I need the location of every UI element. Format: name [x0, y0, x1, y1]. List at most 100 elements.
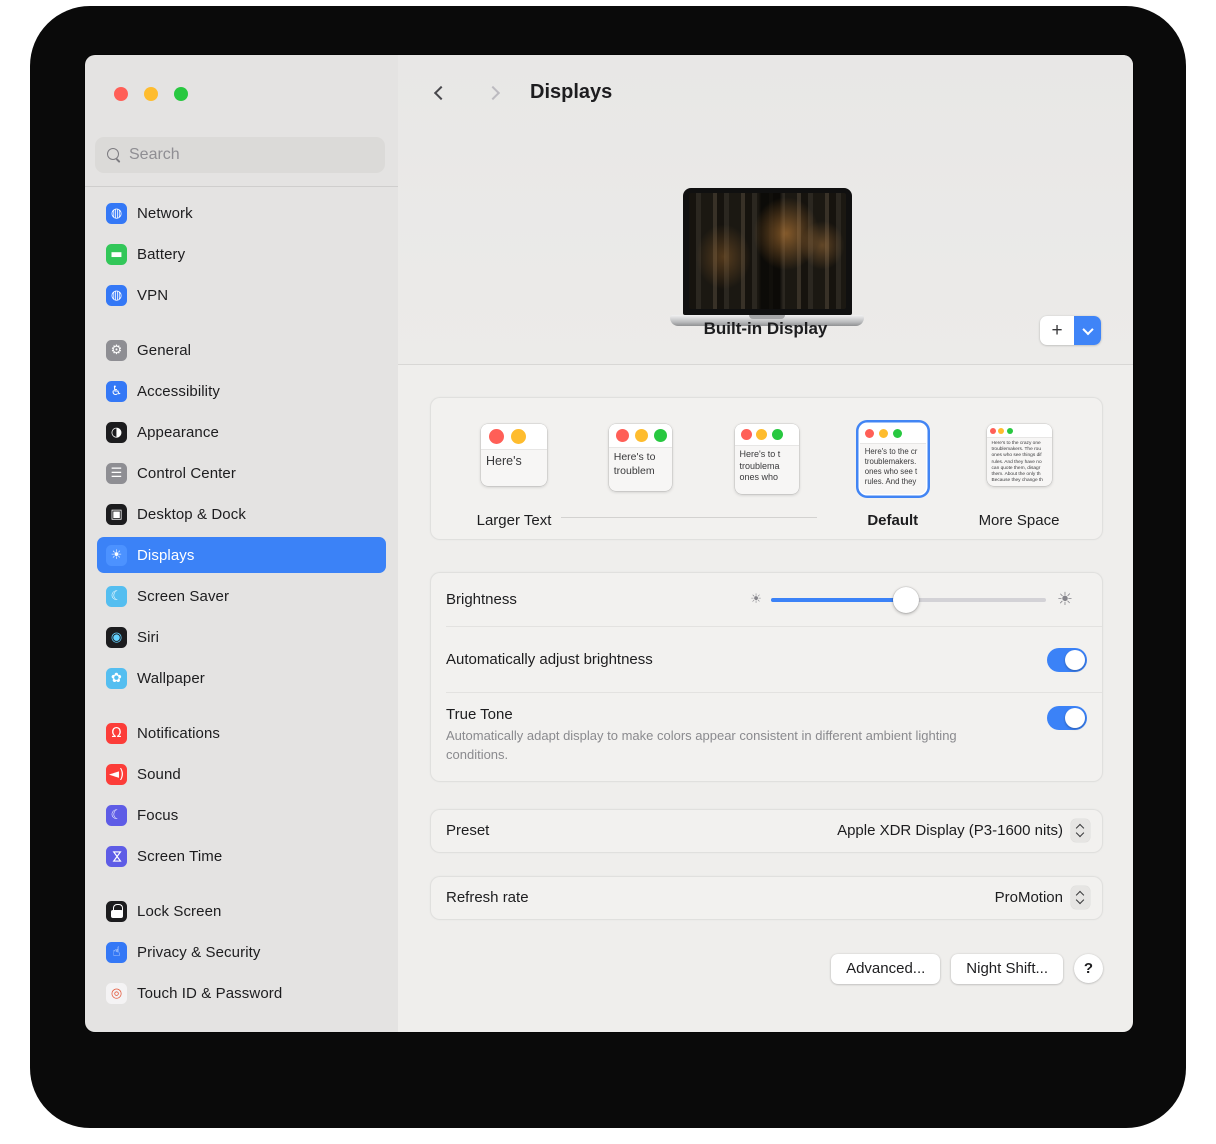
mini-text: Here's to ttroublemaones who [735, 446, 799, 494]
sidebar-item-label: Control Center [137, 465, 236, 482]
sidebar-item-label: Notifications [137, 725, 220, 742]
search-icon [107, 148, 121, 162]
auto-brightness-toggle[interactable] [1047, 648, 1087, 672]
sidebar-item-screen-time[interactable]: ⋈ Screen Time [97, 838, 386, 874]
minimize-button[interactable] [144, 87, 158, 101]
sidebar-item-label: Siri [137, 629, 159, 646]
hourglass-icon: ⋈ [106, 846, 127, 867]
mini-titlebar [987, 424, 1052, 438]
sidebar-item-network[interactable]: ◍Network [97, 195, 386, 231]
mini-text: Here's totroublem [609, 448, 672, 491]
stepper-icon [1071, 886, 1090, 909]
sidebar-item-label: Screen Time [137, 848, 222, 865]
slider-fill [771, 598, 906, 602]
sidebar-item-screen-saver[interactable]: ☾Screen Saver [97, 578, 386, 614]
sidebar-item-general[interactable]: ⚙General [97, 332, 386, 368]
scaling-thumbnail: Here's [481, 424, 547, 486]
scaling-thumbnail: Here's to the crazy onetroublemakers. Th… [987, 424, 1052, 486]
mini-traffic-dot [635, 429, 648, 442]
night-shift-button[interactable]: Night Shift... [951, 954, 1063, 984]
help-button[interactable]: ? [1074, 954, 1103, 983]
chevron-left-icon [434, 86, 448, 100]
forward-button[interactable] [484, 85, 502, 103]
desktop-background: ◍Network ▬Battery ◍VPN ⚙General ♿Accessibili… [0, 0, 1216, 1144]
stepper-icon [1071, 819, 1090, 842]
page-title: Displays [530, 81, 612, 104]
sidebar-item-focus[interactable]: ☾Focus [97, 797, 386, 833]
scaling-option-label: More Space [979, 512, 1060, 529]
scaling-option-2[interactable]: Here's totroublem [595, 424, 685, 529]
sidebar-item-desktop-dock[interactable]: ▣Desktop & Dock [97, 496, 386, 532]
gear-icon: ⚙ [106, 340, 127, 361]
search-input[interactable] [129, 146, 359, 164]
sidebar-groups: ◍Network ▬Battery ◍VPN ⚙General ♿Accessibili… [97, 195, 386, 1030]
accessibility-icon: ♿ [106, 381, 127, 402]
scaling-option-more-space[interactable]: Here's to the crazy onetroublemakers. Th… [974, 424, 1064, 529]
brightness-slider-cluster: ☀ ☀ [750, 587, 1073, 613]
battery-icon: ▬ [106, 244, 127, 265]
preset-popup[interactable]: Apple XDR Display (P3-1600 nits) [837, 819, 1090, 842]
mini-text: Here's [481, 450, 547, 486]
preset-row: Preset Apple XDR Display (P3-1600 nits) [430, 809, 1103, 853]
refresh-rate-value: ProMotion [995, 889, 1063, 906]
auto-brightness-row: Automatically adjust brightness [431, 627, 1102, 692]
add-display-button[interactable]: + [1040, 316, 1074, 345]
sidebar-item-control-center[interactable]: ☰Control Center [97, 455, 386, 491]
mini-titlebar [481, 424, 547, 450]
sidebar-item-wallpaper[interactable]: ✿Wallpaper [97, 660, 386, 696]
refresh-rate-label: Refresh rate [446, 889, 529, 906]
brightness-label: Brightness [446, 591, 517, 608]
sidebar-item-displays[interactable]: ☀Displays [97, 537, 386, 573]
sidebar-item-sound[interactable]: ◄)Sound [97, 756, 386, 792]
scaling-option-larger-text[interactable]: Here's Larger Text [469, 424, 559, 529]
sidebar-item-appearance[interactable]: ◑Appearance [97, 414, 386, 450]
mini-traffic-dot [741, 429, 752, 440]
sidebar-item-privacy-security[interactable]: ☝Privacy & Security [97, 934, 386, 970]
display-settings-card: Brightness ☀ ☀ Autom [430, 572, 1103, 782]
brightness-low-icon: ☀ [750, 593, 762, 606]
sidebar-divider [85, 186, 398, 187]
sidebar-item-label: Privacy & Security [137, 944, 261, 961]
mini-traffic-dot [511, 429, 526, 444]
mini-traffic-dot [879, 429, 889, 439]
sidebar-item-battery[interactable]: ▬Battery [97, 236, 386, 272]
back-button[interactable] [432, 85, 450, 103]
sidebar-item-accessibility[interactable]: ♿Accessibility [97, 373, 386, 409]
scaling-thumbnail: Here's to ttroublemaones who [735, 424, 799, 494]
sidebar-item-label: Desktop & Dock [137, 506, 246, 523]
preset-label: Preset [446, 822, 489, 839]
mini-text: Here's to the crazy onetroublemakers. Th… [987, 438, 1052, 486]
sidebar-item-touch-id-password[interactable]: ◎Touch ID & Password [97, 975, 386, 1011]
siri-icon: ◉ [106, 627, 127, 648]
sidebar-item-siri[interactable]: ◉ Siri [97, 619, 386, 655]
sidebar-item-lock-screen[interactable]: Lock Screen [97, 893, 386, 929]
sidebar-item-label: Focus [137, 807, 178, 824]
scaling-option-label: Default [867, 512, 918, 529]
system-settings-window: ◍Network ▬Battery ◍VPN ⚙General ♿Accessibili… [85, 55, 1133, 1032]
scaling-thumbnail: Here's totroublem [609, 424, 672, 491]
add-display-menu-button[interactable] [1074, 316, 1101, 345]
scaling-card: Here's Larger Text Here's totroublem Here's… [430, 397, 1103, 540]
scaling-option-3[interactable]: Here's to ttroublemaones who [722, 424, 812, 529]
laptop-wallpaper [689, 193, 846, 309]
mini-traffic-dot [865, 429, 875, 439]
traffic-lights [114, 87, 188, 101]
mini-text: Here's to the crtroublemakers.ones who s… [860, 444, 926, 494]
scaling-option-default[interactable]: Here's to the crtroublemakers.ones who s… [848, 424, 938, 529]
scaling-option-label: Larger Text [477, 512, 552, 529]
advanced-button[interactable]: Advanced... [831, 954, 940, 984]
close-button[interactable] [114, 87, 128, 101]
scaling-thumbnail: Here's to the crtroublemakers.ones who s… [860, 424, 926, 494]
refresh-rate-popup[interactable]: ProMotion [995, 886, 1090, 909]
search-field[interactable] [95, 137, 385, 173]
sidebar-item-notifications[interactable]: ΩNotifications [97, 715, 386, 751]
sidebar-item-vpn[interactable]: ◍VPN [97, 277, 386, 313]
true-tone-toggle[interactable] [1047, 706, 1087, 730]
zoom-button[interactable] [174, 87, 188, 101]
slider-knob[interactable] [893, 587, 919, 613]
mini-traffic-dot [489, 429, 504, 444]
brightness-slider[interactable] [771, 587, 1046, 613]
true-tone-row: True Tone Automatically adapt display to… [431, 693, 1102, 781]
sidebar-item-label: Network [137, 205, 193, 222]
brightness-high-icon: ☀ [1057, 591, 1073, 609]
